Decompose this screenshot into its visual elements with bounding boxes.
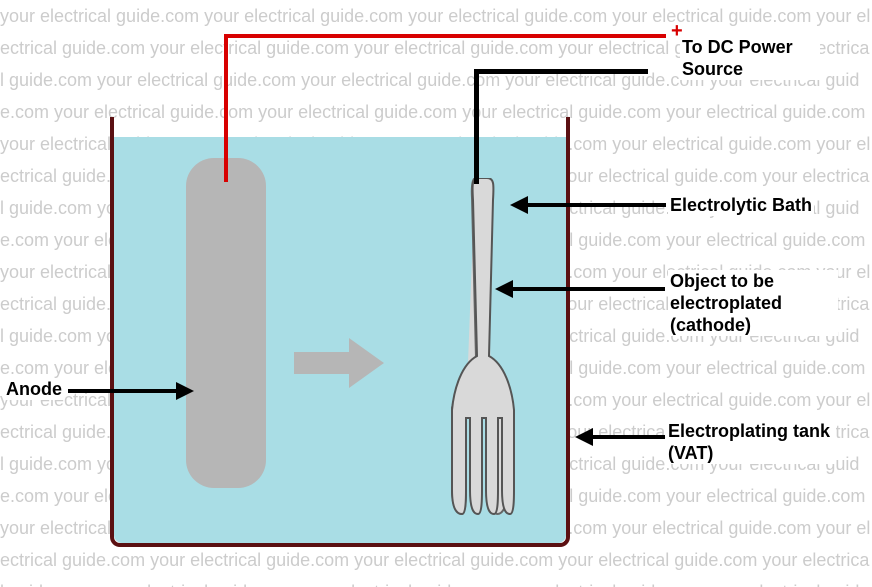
negative-wire-vertical [474, 69, 479, 184]
label-electrolytic-bath: Electrolytic Bath [668, 194, 814, 216]
negative-wire-horizontal [474, 69, 648, 74]
label-tank: Electroplating tank (VAT) [666, 420, 836, 464]
positive-wire-horizontal [224, 34, 666, 38]
anode-electrode [186, 158, 266, 488]
arrow-bath-icon [510, 196, 666, 216]
label-cathode: Object to be electroplated (cathode) [668, 270, 838, 336]
label-anode: Anode [4, 378, 64, 400]
fork-cathode [442, 178, 517, 518]
arrow-tank-icon [575, 428, 665, 448]
arrow-cathode-icon [495, 280, 665, 300]
ion-flow-arrow-icon [294, 338, 384, 388]
positive-wire-vertical [224, 34, 228, 182]
label-dc-power: To DC Power Source [680, 36, 820, 80]
arrow-anode-icon [68, 382, 194, 402]
